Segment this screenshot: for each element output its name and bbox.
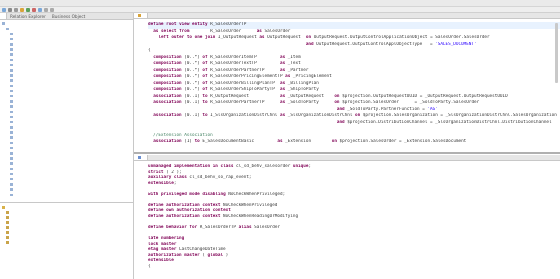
cds-file-icon — [138, 14, 141, 17]
entity-icon — [10, 110, 13, 114]
operation-item[interactable] — [0, 240, 133, 245]
folder-icon — [2, 206, 5, 209]
editor-tab[interactable] — [134, 13, 148, 18]
behavior-file-icon — [138, 156, 141, 159]
cds-editor[interactable]: define root view entity R_SalesOrderTP a… — [134, 13, 560, 154]
entity-icon — [10, 105, 13, 108]
entity-icon — [10, 136, 13, 139]
operation-icon — [6, 216, 9, 219]
entity-icon — [10, 63, 13, 67]
menu-bar — [0, 0, 560, 7]
entity-icon — [10, 53, 13, 56]
operation-icon — [6, 241, 9, 244]
operation-icon — [6, 226, 9, 229]
entity-icon — [10, 94, 13, 98]
entity-icon — [10, 188, 13, 191]
entity-icon — [10, 167, 13, 171]
entity-icon — [10, 100, 13, 103]
entity-icon — [10, 183, 13, 186]
debug-icon[interactable] — [32, 7, 36, 12]
new-icon[interactable] — [2, 7, 6, 12]
panel-tab[interactable] — [0, 13, 7, 19]
entity-icon — [10, 131, 13, 134]
entity-icon — [10, 89, 13, 93]
entity-icon — [10, 152, 13, 155]
entity-icon — [10, 172, 13, 176]
save-icon[interactable] — [8, 7, 12, 12]
panel-tab-bar: Relation Explorer Business Object — [0, 13, 133, 20]
object-tree — [0, 20, 133, 202]
entity-icon — [10, 48, 13, 51]
forward-icon[interactable] — [50, 7, 54, 12]
left-panel: Relation Explorer Business Object — [0, 13, 134, 279]
entity-icon — [10, 79, 13, 82]
code-line[interactable]: and $projection.DistributionChannel = _S… — [148, 120, 560, 127]
entity-icon — [10, 193, 13, 197]
entity-icon — [10, 126, 13, 129]
entity-icon — [10, 115, 13, 119]
code-line[interactable]: association [1] to E_SalesDocumentBasic … — [148, 139, 560, 146]
entity-icon — [10, 162, 13, 165]
entity-icon — [10, 74, 13, 77]
activate-icon[interactable] — [20, 7, 24, 12]
code-line[interactable]: { — [148, 264, 560, 270]
entity-icon — [10, 120, 13, 124]
operation-icon — [6, 236, 9, 239]
entity-icon — [10, 84, 13, 88]
operation-icon — [6, 231, 9, 234]
code-area[interactable]: unmanaged implementation in class cl_sd_… — [134, 161, 560, 269]
entity-icon — [2, 22, 5, 25]
editor-tab[interactable] — [134, 155, 148, 160]
behavior-editor[interactable]: unmanaged implementation in class cl_sd_… — [134, 155, 560, 279]
entity-icon — [10, 43, 13, 46]
tree-item[interactable] — [0, 192, 133, 197]
entity-icon — [10, 58, 13, 62]
entity-icon — [10, 177, 13, 181]
panel-tab[interactable]: Business Object — [49, 13, 88, 19]
code-line[interactable]: association [0..1] to I_SlsOrganizationD… — [148, 113, 560, 120]
entity-icon — [10, 37, 13, 41]
operations-tree — [0, 202, 133, 279]
panel-tab[interactable]: Relation Explorer — [7, 13, 49, 19]
code-area[interactable]: define root view entity R_SalesOrderTP a… — [134, 19, 560, 146]
entity-icon — [10, 157, 13, 160]
entity-icon — [10, 69, 13, 72]
scrollbar[interactable] — [555, 23, 558, 83]
back-icon[interactable] — [44, 7, 48, 12]
run-icon[interactable] — [26, 7, 30, 12]
entity-icon — [10, 141, 13, 145]
entity-icon — [6, 27, 9, 31]
operation-icon — [6, 211, 9, 214]
operation-icon — [6, 221, 9, 224]
save-all-icon[interactable] — [14, 7, 18, 12]
entity-icon — [10, 32, 13, 36]
search-icon[interactable] — [38, 7, 42, 12]
entity-icon — [10, 146, 13, 150]
